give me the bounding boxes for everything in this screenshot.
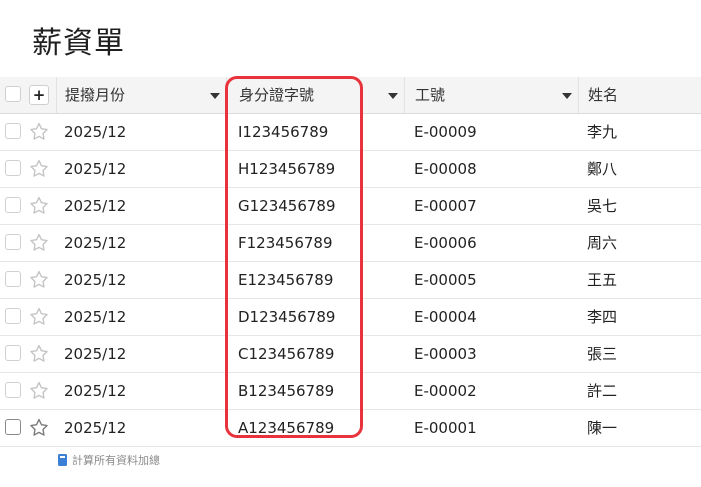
select-all-checkbox[interactable]	[5, 86, 21, 102]
table-header: + 提撥月份 身分證字號 工號 姓名	[0, 77, 701, 114]
column-header-employee-no[interactable]: 工號	[404, 77, 578, 113]
column-header-id-number-label: 身分證字號	[239, 86, 315, 104]
cell-month[interactable]: 2025/12	[56, 188, 226, 224]
row-checkbox[interactable]	[5, 234, 21, 250]
cell-employee-no[interactable]: E-00006	[404, 225, 578, 261]
row-checkbox[interactable]	[5, 382, 21, 398]
row-checkbox[interactable]	[5, 197, 21, 213]
cell-name[interactable]: 陳一	[578, 410, 701, 446]
page-title: 薪資單	[32, 26, 125, 61]
cell-id-number[interactable]: C123456789	[226, 336, 404, 372]
table-row[interactable]: 2025/12 E123456789 E-00005 王五	[0, 262, 701, 299]
calculator-icon	[58, 454, 67, 466]
table-row[interactable]: 2025/12 H123456789 E-00008 鄭八	[0, 151, 701, 188]
row-checkbox[interactable]	[5, 271, 21, 287]
star-icon[interactable]	[28, 232, 50, 254]
column-header-name-label: 姓名	[588, 86, 619, 104]
cell-month[interactable]: 2025/12	[56, 336, 226, 372]
column-header-month[interactable]: 提撥月份	[56, 77, 226, 113]
cell-employee-no[interactable]: E-00007	[404, 188, 578, 224]
data-grid: + 提撥月份 身分證字號 工號 姓名 2025/12 I123456789 E-00…	[0, 77, 701, 447]
cell-id-number[interactable]: F123456789	[226, 225, 404, 261]
star-icon[interactable]	[28, 269, 50, 291]
table-row[interactable]: 2025/12 D123456789 E-00004 李四	[0, 299, 701, 336]
cell-employee-no[interactable]: E-00003	[404, 336, 578, 372]
cell-id-number[interactable]: I123456789	[226, 114, 404, 150]
row-checkbox[interactable]	[5, 345, 21, 361]
cell-id-number[interactable]: H123456789	[226, 151, 404, 187]
cell-name[interactable]: 張三	[578, 336, 701, 372]
cell-name[interactable]: 李九	[578, 114, 701, 150]
cell-id-number[interactable]: B123456789	[226, 373, 404, 409]
table-row[interactable]: 2025/12 B123456789 E-00002 許二	[0, 373, 701, 410]
cell-employee-no[interactable]: E-00005	[404, 262, 578, 298]
chevron-down-icon[interactable]	[562, 93, 572, 99]
star-icon[interactable]	[28, 343, 50, 365]
cell-id-number[interactable]: G123456789	[226, 188, 404, 224]
table-row[interactable]: 2025/12 C123456789 E-00003 張三	[0, 336, 701, 373]
star-icon[interactable]	[28, 158, 50, 180]
column-header-employee-no-label: 工號	[415, 86, 446, 104]
cell-month[interactable]: 2025/12	[56, 262, 226, 298]
sum-all-label: 計算所有資料加總	[72, 454, 160, 467]
cell-name[interactable]: 吳七	[578, 188, 701, 224]
chevron-down-icon[interactable]	[388, 93, 398, 99]
cell-name[interactable]: 許二	[578, 373, 701, 409]
cell-name[interactable]: 李四	[578, 299, 701, 335]
cell-employee-no[interactable]: E-00004	[404, 299, 578, 335]
cell-employee-no[interactable]: E-00002	[404, 373, 578, 409]
cell-month[interactable]: 2025/12	[56, 299, 226, 335]
table-row[interactable]: 2025/12 F123456789 E-00006 周六	[0, 225, 701, 262]
cell-employee-no[interactable]: E-00001	[404, 410, 578, 446]
column-header-name[interactable]: 姓名	[578, 77, 701, 113]
table-row[interactable]: 2025/12 A123456789 E-00001 陳一	[0, 410, 701, 447]
table-row[interactable]: 2025/12 G123456789 E-00007 吳七	[0, 188, 701, 225]
cell-name[interactable]: 鄭八	[578, 151, 701, 187]
sum-all-footer[interactable]: 計算所有資料加總	[58, 452, 160, 468]
star-icon[interactable]	[28, 417, 50, 439]
cell-employee-no[interactable]: E-00009	[404, 114, 578, 150]
star-icon[interactable]	[28, 195, 50, 217]
chevron-down-icon[interactable]	[210, 93, 220, 99]
cell-employee-no[interactable]: E-00008	[404, 151, 578, 187]
cell-month[interactable]: 2025/12	[56, 151, 226, 187]
cell-month[interactable]: 2025/12	[56, 225, 226, 261]
cell-name[interactable]: 周六	[578, 225, 701, 261]
cell-id-number[interactable]: D123456789	[226, 299, 404, 335]
row-checkbox[interactable]	[5, 123, 21, 139]
row-checkbox[interactable]	[5, 160, 21, 176]
cell-month[interactable]: 2025/12	[56, 373, 226, 409]
row-checkbox[interactable]	[5, 308, 21, 324]
column-header-month-label: 提撥月份	[65, 86, 126, 104]
cell-month[interactable]: 2025/12	[56, 114, 226, 150]
add-row-button[interactable]: +	[29, 85, 49, 105]
column-header-id-number[interactable]: 身分證字號	[226, 77, 404, 113]
cell-id-number[interactable]: E123456789	[226, 262, 404, 298]
star-icon[interactable]	[28, 306, 50, 328]
cell-id-number[interactable]: A123456789	[226, 410, 404, 446]
cell-name[interactable]: 王五	[578, 262, 701, 298]
row-checkbox[interactable]	[5, 419, 21, 435]
star-icon[interactable]	[28, 380, 50, 402]
table-row[interactable]: 2025/12 I123456789 E-00009 李九	[0, 114, 701, 151]
cell-month[interactable]: 2025/12	[56, 410, 226, 446]
star-icon[interactable]	[28, 121, 50, 143]
